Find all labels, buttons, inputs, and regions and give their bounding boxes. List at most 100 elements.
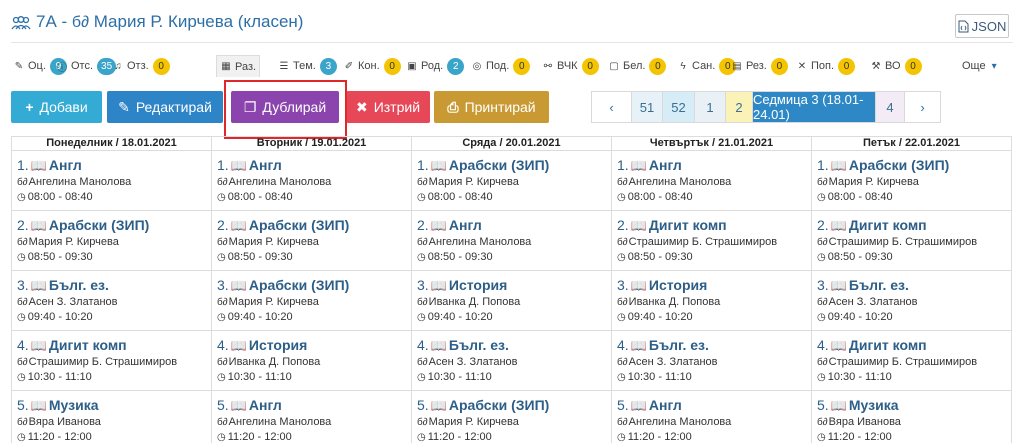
lesson-cell[interactable]: 4. 📖 История б∂Иванка Д. Попова ◷ 10:30 - 11:… — [212, 331, 411, 391]
lesson-cell[interactable]: 4. 📖 Дигит комп б∂Страшимир Б. Страшимиров ◷… — [812, 331, 1011, 391]
pager-week-1[interactable]: 51 — [631, 91, 663, 123]
lesson-cell[interactable]: 5. 📖 Англ б∂Ангелина Манолова ◷ 11:20 - 12:00 — [612, 391, 811, 443]
tab-13[interactable]: ✕ Поп. 0 — [796, 55, 856, 77]
json-button[interactable]: JSON — [955, 14, 1009, 38]
lesson-subject[interactable]: Англ — [49, 157, 82, 173]
lesson-number: 4. — [217, 337, 229, 353]
lesson-subject[interactable]: Музика — [49, 397, 99, 413]
tab-10[interactable]: ▢ Бел. 0 — [608, 55, 667, 77]
book-icon: 📖 — [430, 338, 447, 353]
tab-4[interactable]: ▦ Раз. — [216, 55, 261, 77]
lesson-cell[interactable]: 1. 📖 Англ б∂Ангелина Манолова ◷ 08:00 - 08:40 — [12, 151, 211, 211]
lesson-time: 08:00 - 08:40 — [827, 191, 893, 203]
edit-button[interactable]: ✎ Редактирай — [107, 91, 223, 123]
lesson-subject[interactable]: Арабски (ЗИП) — [849, 157, 949, 173]
pager-next-button[interactable]: › — [904, 91, 941, 123]
edit-icon: ✐ — [344, 60, 354, 72]
lesson-subject[interactable]: Бълг. ез. — [849, 277, 909, 293]
lesson-subject[interactable]: Арабски (ЗИП) — [49, 217, 149, 233]
lesson-subject[interactable]: Дигит комп — [849, 217, 927, 233]
lesson-number: 4. — [617, 337, 629, 353]
lesson-subject[interactable]: История — [249, 337, 307, 353]
tab-12[interactable]: ▤ Рез. 0 — [731, 55, 788, 77]
tab-7[interactable]: ▣ Род. 2 — [406, 55, 465, 77]
lesson-cell[interactable]: 2. 📖 Арабски (ЗИП) б∂Мария Р. Кирчева ◷ 08:50… — [12, 211, 211, 271]
lesson-subject[interactable]: Англ — [449, 217, 482, 233]
lesson-cell[interactable]: 1. 📖 Арабски (ЗИП) б∂Мария Р. Кирчева ◷ 08:00… — [812, 151, 1011, 211]
lesson-time-row: ◷ 08:50 - 09:30 — [217, 251, 411, 266]
print-button[interactable]: ⎙ Принтирай — [434, 91, 549, 123]
lesson-time: 11:20 - 12:00 — [427, 431, 492, 443]
tab-3[interactable]: ♫ Отз. 0 — [112, 55, 170, 77]
lesson-cell[interactable]: 2. 📖 Дигит комп б∂Страшимир Б. Страшимиров ◷… — [812, 211, 1011, 271]
tab-2[interactable]: ⓘ Отс. 35 — [56, 55, 117, 77]
lesson-cell[interactable]: 2. 📖 Англ б∂Ангелина Манолова ◷ 08:50 - 09:30 — [412, 211, 611, 271]
lesson-subject[interactable]: Англ — [649, 397, 682, 413]
pager-week-4[interactable]: 2 — [725, 91, 753, 123]
lesson-cell[interactable]: 3. 📖 Бълг. ез. б∂Асен З. Златанов ◷ 09:40 - 1… — [12, 271, 211, 331]
add-button[interactable]: + Добави — [11, 91, 102, 123]
lesson-time: 08:50 - 09:30 — [627, 251, 693, 263]
lesson-cell[interactable]: 4. 📖 Бълг. ез. б∂Асен З. Златанов ◷ 10:30 - 1… — [412, 331, 611, 391]
lesson-subject[interactable]: Бълг. ез. — [49, 277, 109, 293]
lesson-cell[interactable]: 1. 📖 Арабски (ЗИП) б∂Мария Р. Кирчева ◷ 08:00… — [412, 151, 611, 211]
lesson-subject[interactable]: Англ — [249, 397, 282, 413]
lesson-number: 3. — [817, 277, 829, 293]
delete-button[interactable]: ✖ Изтрий — [346, 91, 430, 123]
lesson-cell[interactable]: 3. 📖 Арабски (ЗИП) б∂Мария Р. Кирчева ◷ 09:40… — [212, 271, 411, 331]
tab-5[interactable]: ☰ Тем. 3 — [278, 55, 337, 77]
pager-week-6[interactable]: 4 — [875, 91, 905, 123]
lesson-number: 5. — [617, 397, 629, 413]
tab-9[interactable]: ⚯ ВЧК 0 — [542, 55, 599, 77]
teacher-icon: б∂ — [417, 177, 428, 188]
lesson-cell[interactable]: 5. 📖 Музика б∂Вяра Иванова ◷ 11:20 - 12:00 — [812, 391, 1011, 443]
lesson-cell[interactable]: 4. 📖 Дигит комп б∂Страшимир Б. Страшимиров ◷… — [12, 331, 211, 391]
lesson-cell[interactable]: 5. 📖 Англ б∂Ангелина Манолова ◷ 11:20 - 12:00 — [212, 391, 411, 443]
lesson-cell[interactable]: 1. 📖 Англ б∂Ангелина Манолова ◷ 08:00 - 08:40 — [612, 151, 811, 211]
lesson-cell[interactable]: 3. 📖 История б∂Иванка Д. Попова ◷ 09:40 - 10:… — [412, 271, 611, 331]
lesson-cell[interactable]: 4. 📖 Бълг. ез. б∂Асен З. Златанов ◷ 10:30 - 1… — [612, 331, 811, 391]
book-icon: 📖 — [830, 218, 847, 233]
pager-prev-button[interactable]: ‹ — [591, 91, 632, 123]
lesson-time: 11:20 - 12:00 — [227, 431, 292, 443]
lesson-time: 09:40 - 10:20 — [427, 311, 493, 323]
clock-icon: ◷ — [817, 252, 826, 263]
lesson-teacher-row: б∂Мария Р. Кирчева — [217, 236, 411, 251]
lesson-subject[interactable]: Бълг. ез. — [449, 337, 509, 353]
tab-11[interactable]: ϟ Сан. 0 — [677, 55, 737, 77]
lesson-time-row: ◷ 08:50 - 09:30 — [17, 251, 211, 266]
tab-6[interactable]: ✐ Кон. 0 — [343, 55, 401, 77]
lesson-subject[interactable]: История — [449, 277, 507, 293]
lesson-subject[interactable]: Музика — [849, 397, 899, 413]
lesson-cell[interactable]: 1. 📖 Англ б∂Ангелина Манолова ◷ 08:00 - 08:40 — [212, 151, 411, 211]
lesson-subject[interactable]: Дигит комп — [49, 337, 127, 353]
lesson-cell[interactable]: 5. 📖 Музика б∂Вяра Иванова ◷ 11:20 - 12:00 — [12, 391, 211, 443]
pager-week-5[interactable]: Седмица 3 (18.01-24.01) — [752, 91, 876, 123]
tab-14[interactable]: ⚒ ВО 0 — [870, 55, 922, 77]
lesson-subject[interactable]: Арабски (ЗИП) — [449, 397, 549, 413]
lesson-cell[interactable]: 5. 📖 Арабски (ЗИП) б∂Мария Р. Кирчева ◷ 11:20… — [412, 391, 611, 443]
tab-label: Поп. — [811, 60, 835, 72]
lesson-title: 5. 📖 Англ — [217, 397, 411, 416]
lesson-cell[interactable]: 2. 📖 Арабски (ЗИП) б∂Мария Р. Кирчева ◷ 08:50… — [212, 211, 411, 271]
lesson-subject[interactable]: Арабски (ЗИП) — [249, 217, 349, 233]
lesson-subject[interactable]: История — [649, 277, 707, 293]
users-icon — [11, 16, 31, 30]
lesson-cell[interactable]: 3. 📖 История б∂Иванка Д. Попова ◷ 09:40 - 10:… — [612, 271, 811, 331]
tab-label: Род. — [421, 60, 444, 72]
lesson-cell[interactable]: 3. 📖 Бълг. ез. б∂Асен З. Златанов ◷ 09:40 - 1… — [812, 271, 1011, 331]
lesson-subject[interactable]: Арабски (ЗИП) — [449, 157, 549, 173]
pager-week-3[interactable]: 1 — [694, 91, 726, 123]
book-icon: 📖 — [30, 338, 47, 353]
pager-week-2[interactable]: 52 — [662, 91, 695, 123]
lesson-subject[interactable]: Дигит комп — [849, 337, 927, 353]
lesson-subject[interactable]: Бълг. ез. — [649, 337, 709, 353]
lesson-subject[interactable]: Англ — [249, 157, 282, 173]
lesson-subject[interactable]: Англ — [649, 157, 682, 173]
lesson-cell[interactable]: 2. 📖 Дигит комп б∂Страшимир Б. Страшимиров ◷… — [612, 211, 811, 271]
tab-more[interactable]: Още ▾ — [962, 55, 997, 77]
tab-8[interactable]: ◎ Под. 0 — [471, 55, 531, 77]
lesson-title: 2. 📖 Англ — [417, 217, 611, 236]
lesson-subject[interactable]: Дигит комп — [649, 217, 727, 233]
lesson-subject[interactable]: Арабски (ЗИП) — [249, 277, 349, 293]
